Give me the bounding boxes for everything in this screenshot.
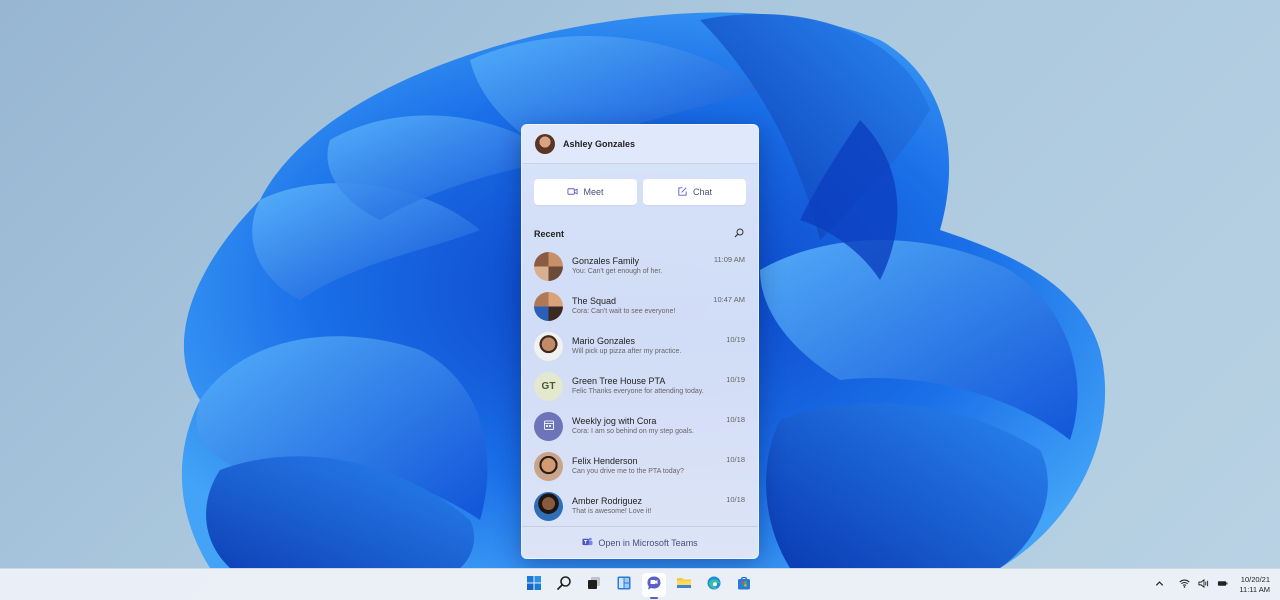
recent-label: Recent [534,229,565,239]
conversation-weekly-jog[interactable]: Weekly jog with Cora Cora: I am so behin… [522,406,758,446]
conversation-amber-rodriguez[interactable]: Amber Rodriguez That is awesome! Love it… [522,486,758,526]
teams-chat-icon [646,575,662,596]
conversation-gonzales-family[interactable]: Gonzales Family You: Can't get enough of… [522,246,758,286]
conversation-name: Mario Gonzales [572,336,636,346]
chat-flyout: Ashley Gonzales Meet Chat Recent Gonzale… [521,124,759,559]
person-avatar [534,331,563,361]
battery-button[interactable] [1216,579,1228,591]
store-button[interactable] [732,573,756,597]
chat-taskbar-button[interactable] [642,573,666,599]
conversation-preview: That is awesome! Love it! [572,508,652,515]
conversation-mario-gonzales[interactable]: Mario Gonzales Will pick up pizza after … [522,326,758,366]
conversation-preview: Felic Thanks everyone for attending toda… [572,388,704,395]
conversation-list: Gonzales Family You: Can't get enough of… [522,243,758,526]
clock[interactable]: 10/20/21 11:11 AM [1239,575,1270,595]
task-view-icon [586,575,602,596]
meet-button[interactable]: Meet [534,179,637,205]
task-view-button[interactable] [582,573,606,597]
battery-icon [1217,576,1228,594]
open-in-teams-label: Open in Microsoft Teams [598,537,698,548]
calendar-icon [543,419,555,434]
conversation-the-squad[interactable]: The Squad Cora: Can't wait to see everyo… [522,286,758,326]
edge-button[interactable] [702,573,726,597]
person-avatar [534,491,563,521]
conversation-preview: Will pick up pizza after my practice. [572,348,682,355]
conversation-preview: Cora: Can't wait to see everyone! [572,308,676,315]
person-avatar [534,451,563,481]
conversation-preview: You: Can't get enough of her. [572,268,663,275]
clock-time: 11:11 AM [1239,585,1270,594]
flyout-header: Ashley Gonzales [522,125,758,164]
clock-date: 10/20/21 [1240,575,1270,584]
user-name: Ashley Gonzales [563,139,636,149]
recent-header: Recent [522,205,758,243]
conversation-green-tree-house-pta[interactable]: GT Green Tree House PTA Felic Thanks eve… [522,366,758,406]
conversation-felix-henderson[interactable]: Felix Henderson Can you drive me to the … [522,446,758,486]
meeting-avatar [534,411,563,441]
conversation-name: The Squad [572,296,617,306]
user-avatar[interactable] [535,134,555,154]
conversation-name: Green Tree House PTA [572,376,666,386]
conversation-name: Felix Henderson [572,456,638,466]
initials-avatar: GT [534,371,563,401]
search-icon[interactable] [734,225,744,243]
action-buttons: Meet Chat [522,164,758,205]
conversation-time: 10/18 [726,415,745,424]
group-avatar [534,291,563,321]
conversation-time: 10/18 [726,455,745,464]
open-in-teams-link[interactable]: Open in Microsoft Teams [522,526,758,558]
conversation-name: Amber Rodriguez [572,496,643,506]
conversation-time: 10/19 [726,375,745,384]
conversation-time: 10:47 AM [713,295,745,304]
volume-button[interactable] [1197,576,1209,594]
teams-icon [582,536,593,549]
conversation-name: Weekly jog with Cora [572,416,657,426]
widgets-icon [616,575,632,596]
conversation-time: 10/19 [726,335,745,344]
taskbar: 10/20/21 11:11 AM [0,568,1280,600]
taskbar-apps [522,569,756,600]
edge-icon [706,575,722,596]
conversation-name: Gonzales Family [572,256,640,266]
chat-label: Chat [692,187,712,197]
start-button[interactable] [522,573,546,597]
search-icon [556,575,572,596]
system-tray: 10/20/21 11:11 AM [1153,569,1270,600]
show-hidden-icons-button[interactable] [1153,579,1165,591]
folder-icon [676,575,692,596]
chat-button[interactable]: Chat [643,179,746,205]
conversation-preview: Can you drive me to the PTA today? [572,468,684,475]
wifi-icon [1179,576,1190,594]
windows-logo-icon [526,575,542,596]
widgets-button[interactable] [612,573,636,597]
volume-icon [1198,576,1209,594]
network-button[interactable] [1178,579,1190,591]
file-explorer-button[interactable] [672,573,696,597]
video-camera-icon [567,186,579,199]
chevron-up-icon [1154,576,1165,594]
meet-label: Meet [583,187,604,197]
conversation-time: 10/18 [726,495,745,504]
store-icon [736,575,752,596]
search-button[interactable] [552,573,576,597]
conversation-preview: Cora: I am so behind on my step goals. [572,428,694,435]
group-avatar [534,251,563,281]
conversation-time: 11:09 AM [713,255,745,264]
compose-icon [677,186,688,199]
avatar-initials: GT [541,380,556,392]
